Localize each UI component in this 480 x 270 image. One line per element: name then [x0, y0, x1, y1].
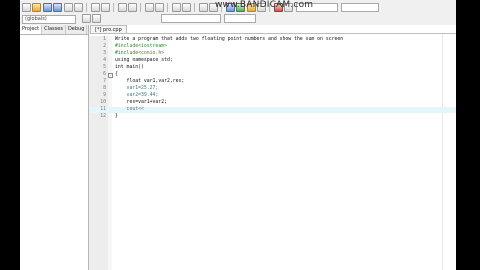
members-icon[interactable] [81, 14, 91, 23]
toolbar-separator [86, 3, 87, 12]
code-text: { [115, 72, 118, 77]
code-text: var2=39.44; [115, 93, 159, 98]
code-text: } [115, 114, 118, 119]
line-number: 9 [103, 93, 106, 98]
code-text: cout<< [115, 107, 144, 112]
tab-divider [90, 33, 456, 34]
print-icon[interactable] [74, 3, 83, 12]
project-panel: Project Classes Debug [20, 25, 89, 270]
scope-select[interactable] [224, 14, 256, 23]
line-number: 7 [103, 79, 106, 84]
code-line: 12 } [90, 114, 456, 120]
new-file-icon[interactable] [21, 3, 31, 12]
code-text: #include<iostream> [115, 44, 167, 49]
secondary-toolbar-buttons [80, 13, 456, 24]
class-view-icon[interactable] [92, 14, 101, 23]
toolbar-separator [140, 3, 141, 12]
code-line: 9 var2=39.44; [90, 93, 456, 99]
class-combo[interactable]: (globals) [22, 15, 76, 24]
line-number: 3 [103, 51, 106, 56]
close-icon[interactable] [63, 3, 73, 12]
view-icon[interactable] [198, 3, 208, 12]
replace-icon[interactable] [128, 3, 137, 12]
code-line: 4 using namespace std; [90, 58, 456, 64]
toolbar-separator [167, 3, 168, 12]
current-code-line: 11 cout<< [90, 107, 456, 113]
panel-tabs: Project Classes Debug [20, 25, 88, 35]
toolbar-separator [194, 3, 195, 12]
code-line: 3 #include<conio.h> [90, 51, 456, 57]
goto-icon[interactable] [182, 3, 191, 12]
tab-classes[interactable]: Classes [42, 25, 66, 34]
save-icon[interactable] [42, 3, 52, 12]
find-icon[interactable] [117, 3, 127, 12]
bookmark-icon[interactable] [171, 3, 181, 12]
code-line: 6 − { [90, 72, 456, 78]
code-text: var1=25.27; [115, 86, 159, 91]
line-number: 12 [100, 114, 106, 119]
open-icon[interactable] [32, 3, 41, 12]
code-line: 8 var1=25.27; [90, 86, 456, 92]
code-line: 2 #include<iostream> [90, 44, 456, 50]
line-number: 5 [103, 65, 106, 70]
save-all-icon[interactable] [53, 3, 62, 12]
unindent-icon[interactable] [155, 3, 164, 12]
code-line: 5 int main() [90, 65, 456, 71]
watermark: www.BANDICAM.com [215, 0, 314, 10]
line-number: 11 [100, 107, 106, 112]
line-number: 10 [100, 100, 106, 105]
line-number: 1 [103, 37, 106, 42]
line-number: 4 [103, 58, 106, 63]
indent-icon[interactable] [144, 3, 154, 12]
code-text: float var1,var2,res; [115, 79, 185, 84]
line-number: 8 [103, 86, 106, 91]
code-line: 7 float var1,var2,res; [90, 79, 456, 85]
fold-toggle-icon[interactable]: − [108, 73, 113, 78]
code-line: 1 Write a program that adds two floating… [90, 37, 456, 43]
redo-icon[interactable] [101, 3, 110, 12]
line-number: 2 [103, 44, 106, 49]
undo-icon[interactable] [90, 3, 100, 12]
code-text: res=var1+var2; [115, 100, 167, 105]
profile-select[interactable] [341, 3, 379, 12]
code-editor[interactable]: [*] pro.cpp 1 Write a program that adds … [90, 25, 456, 270]
code-text: Write a program that adds two floating p… [115, 37, 344, 42]
line-number: 6 [103, 72, 106, 77]
tab-project[interactable]: Project [20, 25, 43, 34]
toolbar-separator [113, 3, 114, 12]
code-text: #include<conio.h> [115, 51, 165, 56]
ide-window: www.BANDICAM.com (globals) Project Class… [20, 0, 456, 270]
tab-debug[interactable]: Debug [66, 25, 88, 34]
function-select[interactable] [161, 14, 221, 23]
code-text: int main() [115, 65, 144, 70]
code-text: using namespace std; [115, 58, 173, 63]
code-line: 10 res=var1+var2; [90, 100, 456, 106]
